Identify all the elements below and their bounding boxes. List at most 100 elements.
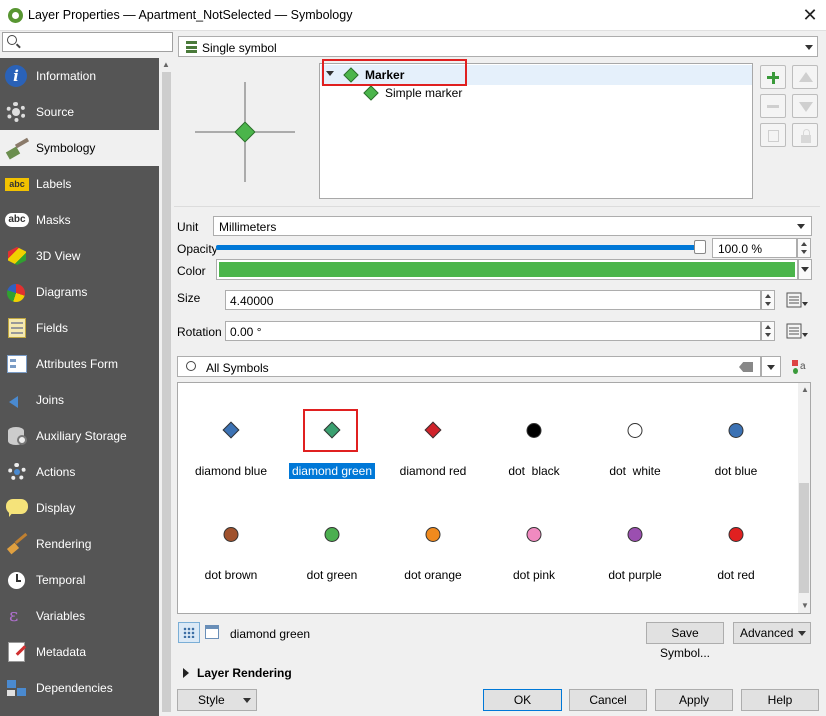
sidebar-item-label: 3D View	[36, 249, 81, 263]
symbol-item-label-wrap: dot brown	[181, 568, 281, 582]
duplicate-layer-button[interactable]	[760, 123, 786, 147]
symbol-item-label-wrap: dot black	[484, 464, 584, 478]
sidebar-scrollbar[interactable]: ▲	[160, 58, 173, 716]
symbol-item[interactable]: dot white	[585, 401, 685, 501]
sidebar-item-label: Attributes Form	[36, 357, 119, 371]
renderer-type-select[interactable]: Single symbol	[178, 36, 818, 57]
rotation-input[interactable]: 0.00 °	[225, 321, 761, 341]
remove-symbol-layer-button[interactable]	[760, 94, 786, 118]
sidebar-item-dependencies[interactable]: Dependencies	[0, 670, 159, 706]
sidebar-item-metadata[interactable]: Metadata	[0, 634, 159, 670]
database-icon	[5, 425, 29, 447]
symbol-item[interactable]: dot black	[484, 401, 584, 501]
size-data-defined-icon[interactable]	[785, 290, 809, 310]
rotation-stepper[interactable]	[761, 321, 775, 341]
clock-icon	[5, 569, 29, 591]
symbol-item[interactable]: diamond blue	[181, 401, 281, 501]
save-symbol-button[interactable]: Save Symbol...	[646, 622, 724, 660]
opacity-spinbox[interactable]: 100.0 %	[712, 238, 797, 258]
opacity-stepper[interactable]	[797, 238, 811, 258]
size-stepper[interactable]	[761, 290, 775, 310]
style-label: Style	[198, 693, 225, 707]
sidebar-item-masks[interactable]: abc Masks	[0, 202, 159, 238]
sidebar-item-temporal[interactable]: Temporal	[0, 562, 159, 598]
sidebar-item-joins[interactable]: Joins	[0, 382, 159, 418]
source-gear-icon	[5, 101, 29, 123]
sidebar-item-label: Joins	[36, 393, 65, 407]
sidebar-item-3d-view[interactable]: 3D View	[0, 238, 159, 274]
sidebar-item-actions[interactable]: Actions	[0, 454, 159, 490]
symbol-dot-icon	[526, 423, 542, 438]
chevron-down-icon	[797, 224, 805, 229]
symbol-dot-icon	[728, 423, 744, 438]
sidebar-item-variables[interactable]: ε Variables	[0, 598, 159, 634]
opacity-slider-handle[interactable]	[694, 240, 706, 254]
sidebar-search-input[interactable]	[2, 32, 173, 52]
opacity-slider-track[interactable]	[216, 245, 706, 250]
sidebar-item-fields[interactable]: Fields	[0, 310, 159, 346]
color-dropdown-button[interactable]	[798, 259, 812, 280]
icon-view-button[interactable]	[178, 622, 200, 643]
symbol-item-label-wrap: dot pink	[484, 568, 584, 582]
move-down-button[interactable]	[792, 94, 818, 118]
color-button[interactable]	[216, 259, 798, 280]
symbol-item-label: dot green	[306, 568, 358, 582]
apply-button[interactable]: Apply	[655, 689, 733, 711]
size-input[interactable]: 4.40000	[225, 290, 761, 310]
sidebar-item-labels[interactable]: abc Labels	[0, 166, 159, 202]
lock-button[interactable]	[792, 123, 818, 147]
symbol-item-label: diamond red	[399, 464, 467, 478]
rotation-label: Rotation	[177, 325, 222, 339]
symbol-item-label-wrap: dot green	[282, 568, 382, 582]
advanced-button[interactable]: Advanced	[733, 622, 811, 644]
sidebar-item-diagrams[interactable]: Diagrams	[0, 274, 159, 310]
move-up-button[interactable]	[792, 65, 818, 89]
symbol-item[interactable]: dot pink	[484, 505, 584, 605]
tree-child-label[interactable]: Simple marker	[385, 86, 462, 100]
speech-bubble-icon	[5, 497, 29, 519]
renderer-type-value: Single symbol	[202, 41, 277, 55]
sidebar-item-auxiliary-storage[interactable]: Auxiliary Storage	[0, 418, 159, 454]
dependencies-icon	[5, 677, 29, 699]
expand-arrow-icon[interactable]	[183, 668, 189, 678]
style-manager-icon[interactable]: a	[790, 358, 810, 376]
symbol-item[interactable]: dot brown	[181, 505, 281, 605]
symbol-dot-icon	[627, 423, 643, 438]
symbol-filter-search[interactable]: All Symbols	[177, 356, 761, 377]
clear-icon[interactable]	[739, 362, 753, 372]
sidebar-item-source[interactable]: Source	[0, 94, 159, 130]
sidebar-item-symbology[interactable]: Symbology	[0, 130, 159, 166]
gallery-scrollbar[interactable]: ▲ ▼	[798, 383, 810, 613]
preview-marker	[234, 121, 256, 143]
symbol-item[interactable]: diamond red	[383, 401, 483, 501]
symbol-item-label: dot pink	[512, 568, 556, 582]
rotation-data-defined-icon[interactable]	[785, 321, 809, 341]
cancel-button[interactable]: Cancel	[569, 689, 647, 711]
sidebar-item-label: Temporal	[36, 573, 86, 587]
list-view-button[interactable]	[205, 625, 219, 639]
symbol-item[interactable]: dot purple	[585, 505, 685, 605]
symbol-item-label: dot black	[508, 464, 560, 478]
sidebar-item-display[interactable]: Display	[0, 490, 159, 526]
sidebar-item-attributes-form[interactable]: Attributes Form	[0, 346, 159, 382]
paintbrush-icon	[5, 137, 30, 160]
unit-select[interactable]: Millimeters	[213, 216, 812, 236]
add-symbol-layer-button[interactable]	[760, 65, 786, 89]
symbol-item-label-wrap: diamond blue	[181, 464, 281, 478]
symbol-item-label-wrap: dot purple	[585, 568, 685, 582]
close-icon[interactable]: ✕	[800, 4, 820, 26]
sidebar-item-information[interactable]: i Information	[0, 58, 159, 94]
symbol-item[interactable]: dot green	[282, 505, 382, 605]
symbol-item[interactable]: dot red	[686, 505, 786, 605]
layer-rendering-header[interactable]: Layer Rendering	[197, 666, 292, 680]
symbol-item-label: diamond blue	[194, 464, 268, 478]
selected-symbol-name: diamond green	[230, 627, 311, 641]
ok-button[interactable]: OK	[483, 689, 562, 711]
symbol-filter-dropdown[interactable]	[761, 356, 781, 377]
symbol-item[interactable]: dot blue	[686, 401, 786, 501]
sidebar-item-rendering[interactable]: Rendering	[0, 526, 159, 562]
symbol-item[interactable]: dot orange	[383, 505, 483, 605]
size-value: 4.40000	[230, 294, 274, 308]
style-button[interactable]: Style	[177, 689, 257, 711]
help-button[interactable]: Help	[741, 689, 819, 711]
